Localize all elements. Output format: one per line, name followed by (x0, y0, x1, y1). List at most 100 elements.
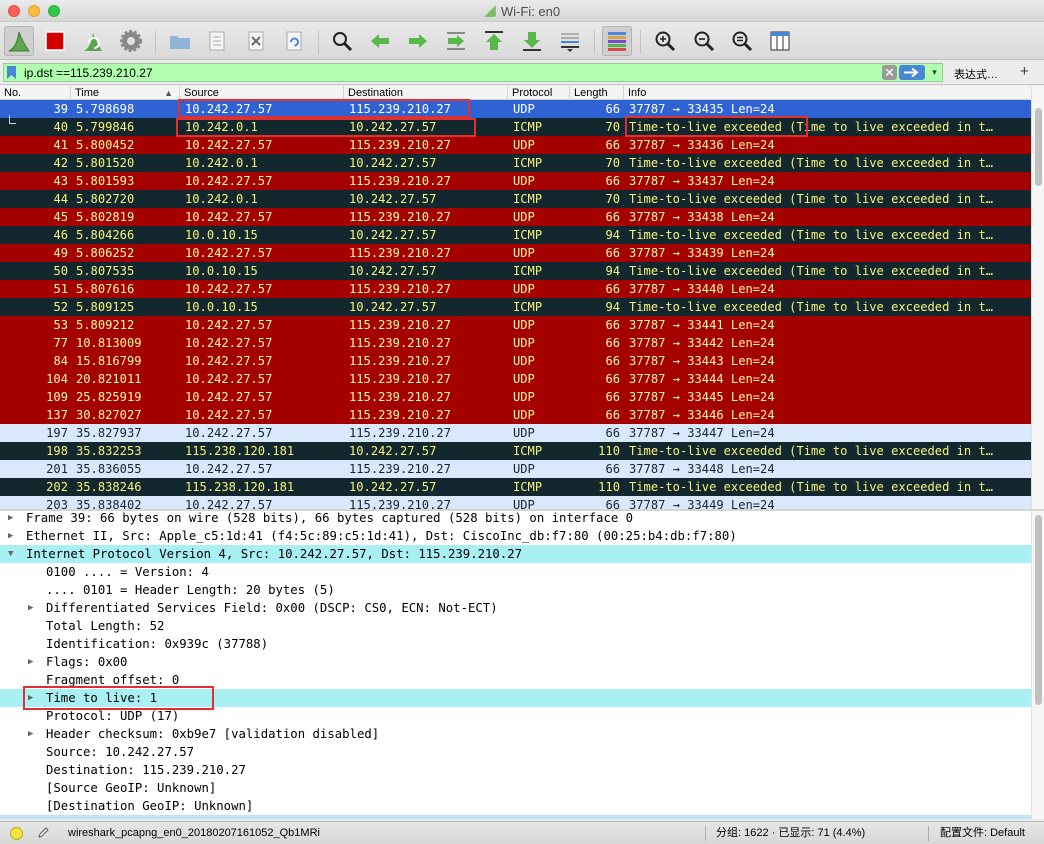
add-filter-button[interactable]: + (1020, 63, 1029, 80)
packet-cell-src: 10.242.27.57 (185, 462, 273, 476)
detail-line[interactable]: ▶ Frame 39: 66 bytes on wire (528 bits), … (0, 511, 1031, 527)
column-header-source[interactable]: Source (180, 86, 344, 100)
packet-row[interactable]: 45 5.802819 10.242.27.57 115.239.210.27 UDP 6… (0, 208, 1031, 226)
detail-line[interactable]: .... 0101 = Header Length: 20 bytes (5) (0, 581, 1031, 599)
stop-capture-button[interactable] (40, 26, 70, 56)
go-back-button[interactable] (365, 26, 395, 56)
auto-scroll-button[interactable] (555, 26, 585, 56)
packet-row[interactable]: 197 35.827937 10.242.27.57 115.239.210.27 UD… (0, 424, 1031, 442)
expression-button[interactable]: 表达式… (954, 66, 998, 82)
packet-row[interactable]: 39 5.798698 10.242.27.57 115.239.210.27 UDP 6… (0, 100, 1031, 118)
packet-cell-info: 37787 → 33436 Len=24 (629, 138, 775, 152)
packet-row[interactable]: 77 10.813009 10.242.27.57 115.239.210.27 UDP… (0, 334, 1031, 352)
packet-row[interactable]: 137 30.827027 10.242.27.57 115.239.210.27 UD… (0, 406, 1031, 424)
detail-line[interactable]: 0100 .... = Version: 4 (0, 563, 1031, 581)
apply-filter-button[interactable] (899, 65, 925, 80)
column-header-destination[interactable]: Destination (344, 86, 508, 100)
packet-row[interactable]: 202 35.838246 115.238.120.181 10.242.27.57 I… (0, 478, 1031, 496)
zoom-out-button[interactable] (689, 26, 719, 56)
collapsed-arrow-icon[interactable]: ▶ (28, 725, 33, 743)
packet-list-scrollbar[interactable] (1031, 86, 1044, 509)
packet-row[interactable]: 50 5.807535 10.0.10.15 10.242.27.57 ICMP 94 Ti… (0, 262, 1031, 280)
bookmark-icon[interactable] (7, 66, 16, 79)
packet-cell-len: 66 (605, 210, 620, 224)
find-packet-button[interactable] (327, 26, 357, 56)
packet-cell-dst: 115.239.210.27 (349, 390, 451, 404)
detail-line[interactable]: [Destination GeoIP: Unknown] (0, 797, 1031, 815)
restart-capture-button[interactable] (78, 26, 108, 56)
column-header-info[interactable]: Info (624, 86, 1031, 100)
go-forward-button[interactable] (403, 26, 433, 56)
packet-row[interactable]: 42 5.801520 10.242.0.1 10.242.27.57 ICMP 70 Ti… (0, 154, 1031, 172)
detail-line[interactable]: Total Length: 52 (0, 617, 1031, 635)
packet-row[interactable]: 52 5.809125 10.0.10.15 10.242.27.57 ICMP 94 Ti… (0, 298, 1031, 316)
column-header-length[interactable]: Length (570, 86, 624, 100)
detail-line[interactable]: Destination: 115.239.210.27 (0, 761, 1031, 779)
collapsed-arrow-icon[interactable]: ▶ (8, 511, 13, 527)
packet-row[interactable]: 198 35.832253 115.238.120.181 10.242.27.57 I… (0, 442, 1031, 460)
open-file-button[interactable] (165, 26, 195, 56)
packet-row[interactable]: 49 5.806252 10.242.27.57 115.239.210.27 UDP 6… (0, 244, 1031, 262)
display-filter-input[interactable] (3, 63, 943, 82)
clear-filter-button[interactable]: ✕ (882, 65, 897, 80)
packet-cell-dst: 10.242.27.57 (349, 480, 437, 494)
collapsed-arrow-icon[interactable]: ▶ (8, 527, 13, 545)
detail-line[interactable]: [Source GeoIP: Unknown] (0, 779, 1031, 797)
colorize-button[interactable] (602, 26, 632, 56)
detail-line[interactable]: ▶ Header checksum: 0xb9e7 [validation dis… (0, 725, 1031, 743)
go-last-button[interactable] (517, 26, 547, 56)
go-first-button[interactable] (479, 26, 509, 56)
detail-line[interactable]: Identification: 0x939c (37788) (0, 635, 1031, 653)
packet-row[interactable]: 44 5.802720 10.242.0.1 10.242.27.57 ICMP 70 Ti… (0, 190, 1031, 208)
packet-row[interactable]: 53 5.809212 10.242.27.57 115.239.210.27 UDP 6… (0, 316, 1031, 334)
column-header-no[interactable]: No. (0, 86, 71, 100)
packet-row[interactable]: 40 5.799846 10.242.0.1 10.242.27.57 ICMP 70 Ti… (0, 118, 1031, 136)
edit-comment-icon[interactable] (37, 826, 50, 839)
packet-row[interactable]: 104 20.821011 10.242.27.57 115.239.210.27 UD… (0, 370, 1031, 388)
packet-row[interactable]: 51 5.807616 10.242.27.57 115.239.210.27 UDP 6… (0, 280, 1031, 298)
packet-row[interactable]: 43 5.801593 10.242.27.57 115.239.210.27 UDP 6… (0, 172, 1031, 190)
column-header-time[interactable]: Time ▲ (71, 86, 180, 100)
packet-cell-time: 5.802720 (76, 192, 135, 206)
detail-line[interactable]: ▼ Internet Protocol Version 4, Src: 10.24… (0, 545, 1031, 563)
title-bar: Wi-Fi: en0 (0, 0, 1044, 22)
detail-line[interactable]: ▶ Flags: 0x00 (0, 653, 1031, 671)
detail-line[interactable]: ▶ Ethernet II, Src: Apple_c5:1d:41 (f4:5c… (0, 527, 1031, 545)
start-capture-button[interactable] (4, 26, 34, 56)
packet-cell-len: 66 (605, 282, 620, 296)
recent-filters-dropdown[interactable]: ▾ (928, 65, 941, 80)
packet-row[interactable]: 201 35.836055 10.242.27.57 115.239.210.27 UD… (0, 460, 1031, 478)
packet-list-scroll-thumb[interactable] (1035, 108, 1042, 187)
detail-line[interactable]: Source: 10.242.27.57 (0, 743, 1031, 761)
detail-line[interactable]: ▶ Differentiated Services Field: 0x00 (DS… (0, 599, 1031, 617)
go-to-packet-button[interactable] (441, 26, 471, 56)
packet-cell-time: 30.827027 (76, 408, 142, 422)
reload-file-button[interactable] (279, 26, 309, 56)
packet-row[interactable]: 41 5.800452 10.242.27.57 115.239.210.27 UDP 6… (0, 136, 1031, 154)
capture-options-button[interactable] (116, 26, 146, 56)
details-scroll-thumb[interactable] (1035, 515, 1042, 706)
packet-row[interactable]: 84 15.816799 10.242.27.57 115.239.210.27 UDP… (0, 352, 1031, 370)
resize-columns-button[interactable] (765, 26, 795, 56)
toolbar-separator (318, 30, 319, 54)
packet-row[interactable]: 46 5.804266 10.0.10.15 10.242.27.57 ICMP 94 Ti… (0, 226, 1031, 244)
save-file-button[interactable] (202, 26, 232, 56)
expanded-arrow-icon[interactable]: ▼ (8, 545, 13, 563)
packet-cell-len: 66 (605, 390, 620, 404)
zoom-in-button[interactable] (650, 26, 680, 56)
details-scrollbar[interactable] (1031, 511, 1044, 819)
configuration-profile[interactable]: 配置文件: Default (940, 822, 1025, 844)
packet-details-tree[interactable]: ▶ Frame 39: 66 bytes on wire (528 bits), … (0, 511, 1031, 819)
packet-row[interactable]: 109 25.825919 10.242.27.57 115.239.210.27 UD… (0, 388, 1031, 406)
packet-cell-proto: UDP (513, 390, 535, 404)
zoom-normal-button[interactable] (727, 26, 757, 56)
packet-row[interactable]: 203 35.838402 10.242.27.57 115.239.210.27 UD… (0, 496, 1031, 509)
packet-cell-no: 137 (46, 408, 68, 422)
expert-info-icon[interactable] (10, 827, 23, 840)
packet-cell-proto: ICMP (513, 480, 543, 494)
column-header-protocol[interactable]: Protocol (508, 86, 570, 100)
collapsed-arrow-icon[interactable]: ▶ (28, 653, 33, 671)
packet-list[interactable]: No. Time ▲ Source Destination Protocol Le… (0, 86, 1031, 509)
close-file-button[interactable] (241, 26, 271, 56)
collapsed-arrow-icon[interactable]: ▶ (28, 599, 33, 617)
